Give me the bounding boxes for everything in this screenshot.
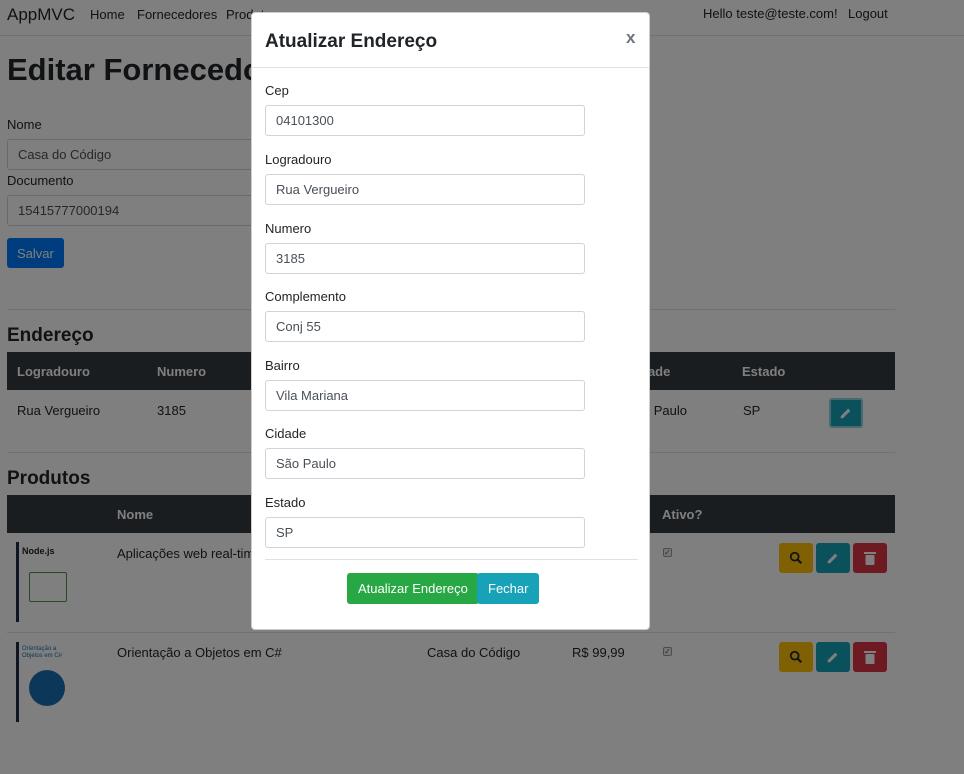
- close-icon[interactable]: x: [626, 28, 635, 48]
- cidade-input[interactable]: São Paulo: [265, 448, 585, 479]
- cidade-label: Cidade: [265, 426, 307, 441]
- modal-title: Atualizar Endereço: [265, 31, 438, 52]
- update-address-button[interactable]: Atualizar Endereço: [347, 573, 479, 604]
- update-address-modal: Atualizar Endereço x Cep 04101300 Lograd…: [251, 12, 650, 630]
- logradouro-label: Logradouro: [265, 152, 332, 167]
- complemento-label: Complemento: [265, 289, 346, 304]
- numero-label: Numero: [265, 221, 312, 236]
- close-button[interactable]: Fechar: [477, 573, 540, 604]
- modal-footer-divider: [265, 559, 638, 560]
- numero-input[interactable]: 3185: [265, 243, 585, 274]
- estado-label: Estado: [265, 495, 306, 510]
- modal-header: Atualizar Endereço x: [252, 13, 649, 68]
- estado-input[interactable]: SP: [265, 517, 585, 548]
- cep-label: Cep: [265, 83, 289, 98]
- bairro-label: Bairro: [265, 358, 300, 373]
- bairro-input[interactable]: Vila Mariana: [265, 380, 585, 411]
- logradouro-input[interactable]: Rua Vergueiro: [265, 174, 585, 205]
- cep-input[interactable]: 04101300: [265, 105, 585, 136]
- complemento-input[interactable]: Conj 55: [265, 311, 585, 342]
